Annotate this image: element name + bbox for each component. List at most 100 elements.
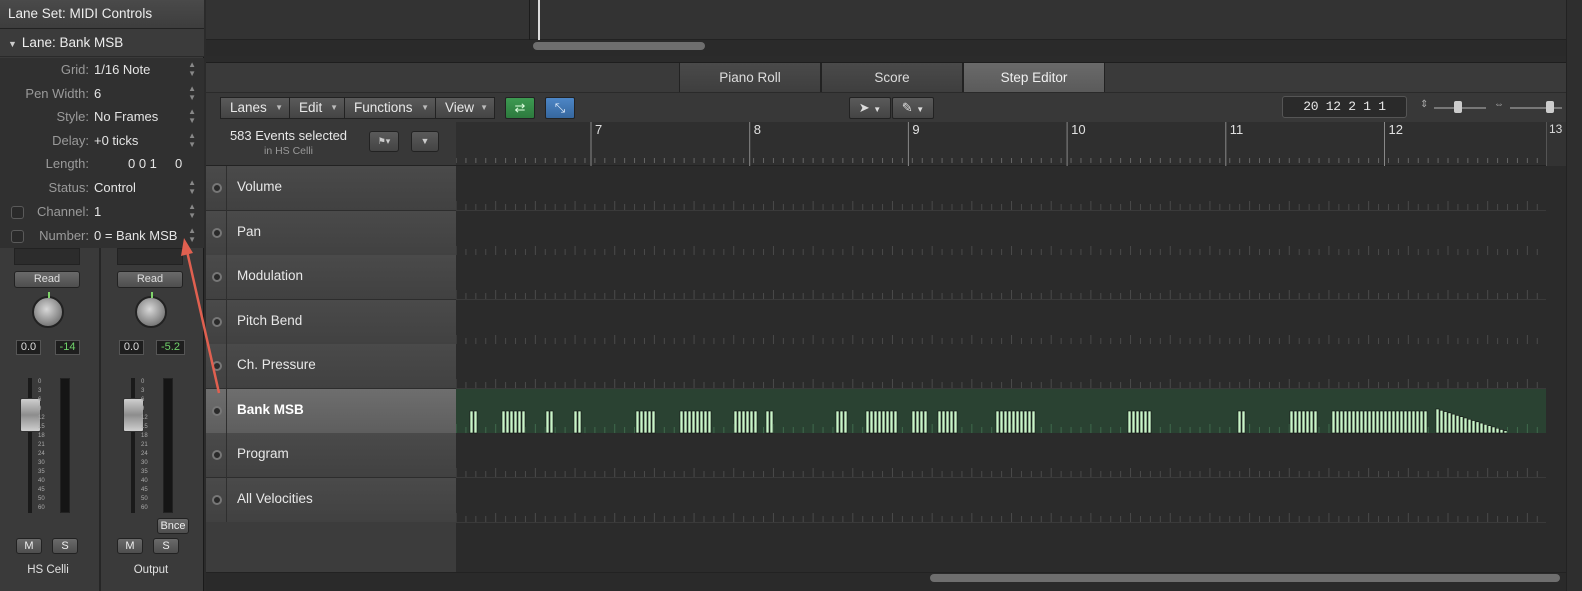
lane-grid[interactable]	[456, 166, 1546, 211]
control-event[interactable]	[1487, 425, 1492, 434]
pencil-tool-menu[interactable]: ✎ ▼	[892, 97, 934, 119]
stepper-icon[interactable]: ▲ ▼	[188, 60, 196, 78]
control-event[interactable]	[733, 410, 738, 434]
control-event[interactable]	[1313, 410, 1318, 434]
control-event[interactable]	[1355, 410, 1360, 434]
control-event[interactable]	[843, 410, 848, 434]
control-event[interactable]	[923, 410, 928, 434]
property-row[interactable]: Status: Control ▲ ▼	[0, 176, 204, 200]
lane-pitch-bend[interactable]: Pitch Bend	[206, 299, 456, 345]
lane-pan[interactable]: Pan	[206, 210, 456, 256]
property-value[interactable]: 0 0 1 0	[128, 156, 182, 171]
control-event[interactable]	[1237, 410, 1242, 434]
control-event[interactable]	[1031, 410, 1036, 434]
lane-grid[interactable]	[456, 344, 1546, 389]
control-event[interactable]	[1011, 410, 1016, 434]
control-event[interactable]	[1495, 427, 1500, 434]
lane-volume[interactable]: Volume	[206, 166, 456, 211]
control-event[interactable]	[1127, 410, 1132, 434]
property-value[interactable]: 0 = Bank MSB	[94, 228, 177, 243]
tab-piano-roll[interactable]: Piano Roll	[679, 63, 821, 93]
lane-grid[interactable]	[456, 477, 1546, 523]
insert-slot[interactable]	[117, 248, 183, 265]
lane-toggle-icon[interactable]	[212, 361, 222, 371]
control-event[interactable]	[1443, 411, 1448, 434]
stepper-icon[interactable]: ▲ ▼	[188, 131, 196, 149]
control-event[interactable]	[707, 410, 712, 434]
control-event[interactable]	[995, 410, 1000, 434]
control-event[interactable]	[577, 410, 582, 434]
control-event[interactable]	[1383, 410, 1388, 434]
control-event[interactable]	[1435, 408, 1440, 434]
control-event[interactable]	[1419, 410, 1424, 434]
control-event[interactable]	[753, 410, 758, 434]
control-event[interactable]	[549, 410, 554, 434]
control-event[interactable]	[911, 410, 916, 434]
control-event[interactable]	[1375, 410, 1380, 434]
control-event[interactable]	[501, 410, 506, 434]
control-event[interactable]	[513, 410, 518, 434]
tab-step-editor[interactable]: Step Editor	[963, 63, 1105, 93]
solo-button[interactable]: S	[153, 538, 179, 554]
control-event[interactable]	[1399, 410, 1404, 434]
control-event[interactable]	[1289, 410, 1294, 434]
control-event[interactable]	[1293, 410, 1298, 434]
property-value[interactable]: 6	[94, 86, 101, 101]
playhead[interactable]	[538, 0, 540, 40]
automation-read-button[interactable]: Read	[117, 271, 183, 288]
ruler-end-marker[interactable]: 13	[1546, 122, 1566, 166]
control-event[interactable]	[703, 410, 708, 434]
bank-msb-events[interactable]	[456, 389, 1546, 434]
control-event[interactable]	[749, 410, 754, 434]
lane-toggle-icon[interactable]	[212, 494, 222, 505]
control-event[interactable]	[679, 410, 684, 434]
control-event[interactable]	[1387, 410, 1392, 434]
property-value[interactable]: 1	[94, 204, 101, 219]
control-event[interactable]	[1023, 410, 1028, 434]
control-event[interactable]	[1499, 429, 1504, 434]
solo-button[interactable]: S	[52, 538, 78, 554]
control-event[interactable]	[885, 410, 890, 434]
control-event[interactable]	[1335, 410, 1340, 434]
tab-score[interactable]: Score	[821, 63, 963, 93]
control-event[interactable]	[1371, 410, 1376, 434]
control-event[interactable]	[1301, 410, 1306, 434]
control-event[interactable]	[893, 410, 898, 434]
stepper-icon[interactable]: ▲ ▼	[188, 178, 196, 196]
control-event[interactable]	[769, 410, 774, 434]
control-event[interactable]	[1423, 410, 1428, 434]
control-event[interactable]	[839, 410, 844, 434]
control-event[interactable]	[1351, 410, 1356, 434]
lane-toggle-icon[interactable]	[212, 450, 222, 460]
property-checkbox[interactable]	[11, 230, 24, 243]
control-event[interactable]	[889, 410, 894, 434]
control-event[interactable]	[1395, 410, 1400, 434]
property-row[interactable]: Number: 0 = Bank MSB ▲ ▼	[0, 224, 204, 248]
functions-menu[interactable]: Functions ▼	[344, 97, 436, 119]
midi-in-link-button[interactable]: ⇄	[505, 97, 535, 119]
control-event[interactable]	[941, 410, 946, 434]
control-event[interactable]	[1241, 410, 1246, 434]
property-row[interactable]: Pen Width: 6 ▲ ▼	[0, 82, 204, 106]
edit-menu[interactable]: Edit ▼	[289, 97, 345, 119]
control-event[interactable]	[1147, 410, 1152, 434]
control-event[interactable]	[765, 410, 770, 434]
pointer-tool-menu[interactable]: ➤ ▼	[849, 97, 891, 119]
control-event[interactable]	[1479, 422, 1484, 434]
lane-grid[interactable]	[456, 299, 1546, 345]
control-event[interactable]	[919, 410, 924, 434]
lane-grid[interactable]	[456, 433, 1546, 478]
control-event[interactable]	[1297, 410, 1302, 434]
lane-program[interactable]: Program	[206, 433, 456, 478]
control-event[interactable]	[1007, 410, 1012, 434]
control-event[interactable]	[509, 410, 514, 434]
control-event[interactable]	[1459, 416, 1464, 434]
bar-ruler[interactable]: 7 8 9 10 11 12	[455, 122, 1546, 166]
control-event[interactable]	[635, 410, 640, 434]
control-event[interactable]	[1015, 410, 1020, 434]
control-event[interactable]	[1367, 410, 1372, 434]
control-event[interactable]	[1451, 413, 1456, 434]
control-event[interactable]	[1143, 410, 1148, 434]
control-event[interactable]	[1391, 410, 1396, 434]
lane-header[interactable]: ▼ Lane: Bank MSB	[0, 29, 204, 57]
